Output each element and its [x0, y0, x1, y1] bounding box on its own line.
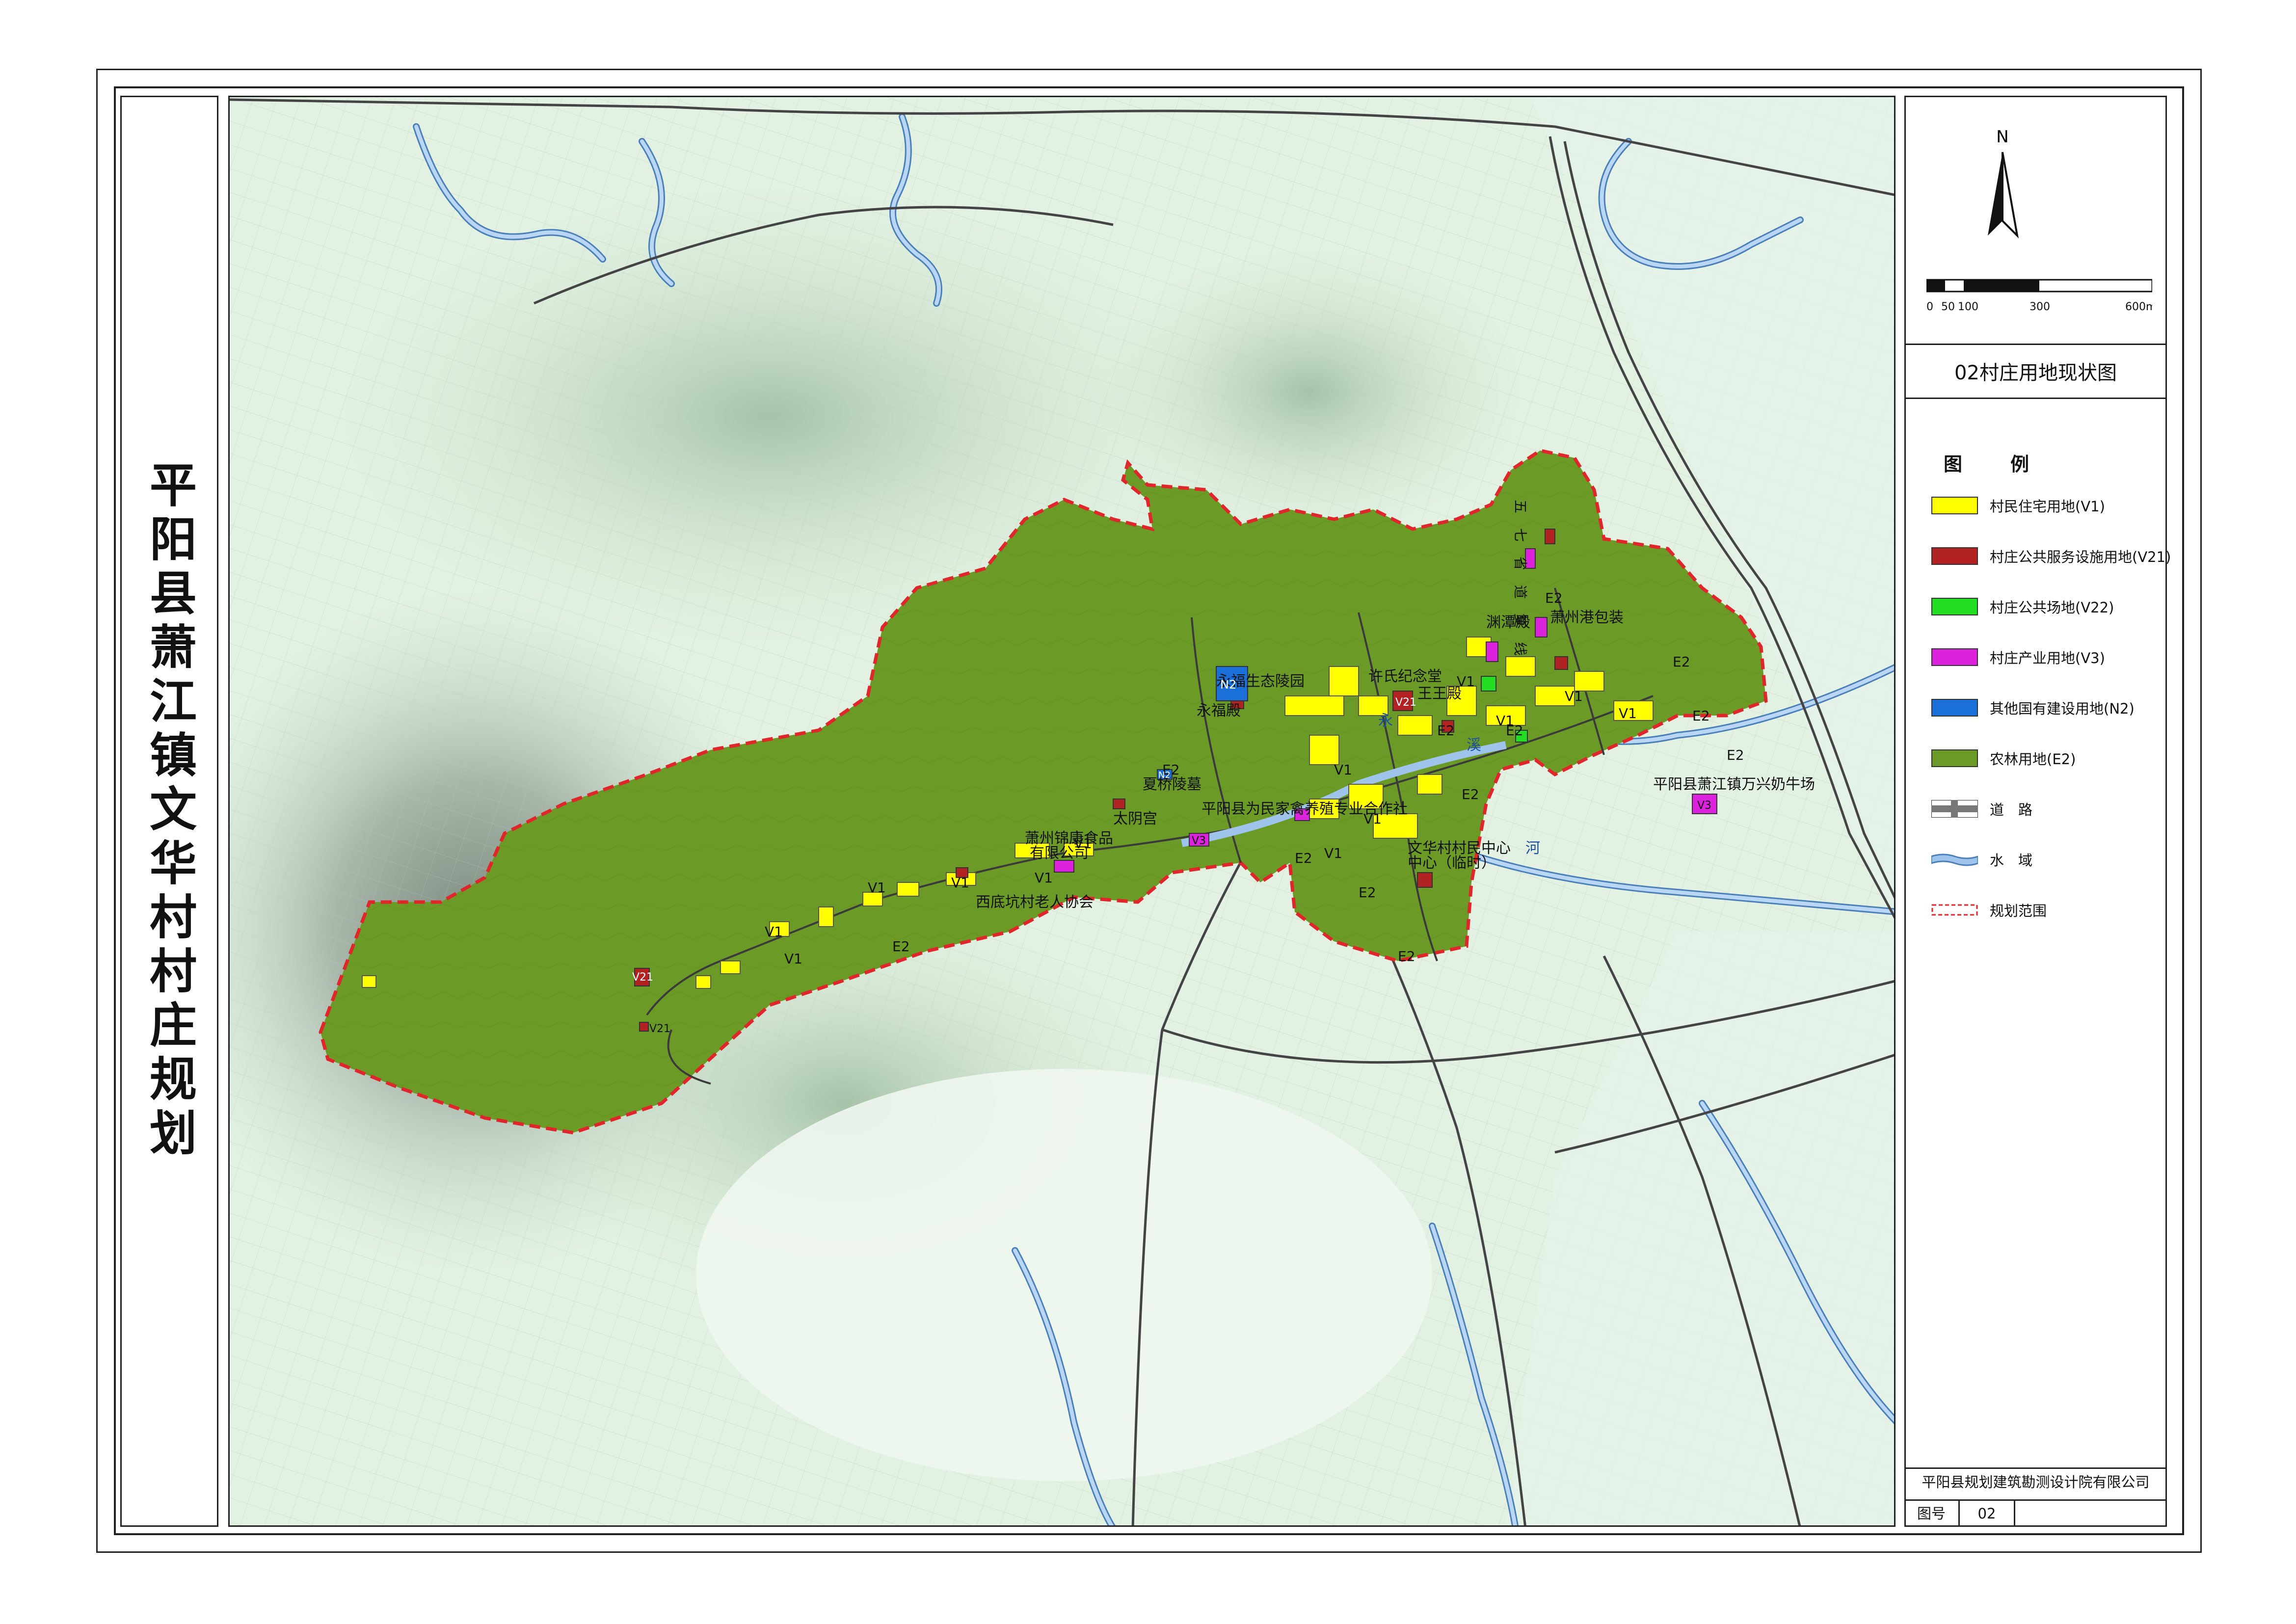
code-e2: E2 [1462, 786, 1479, 802]
legend-swatch-v22 [1931, 598, 1978, 615]
plain-south [696, 1069, 1432, 1481]
code-v21: V21 [649, 1023, 670, 1035]
code-v1: V1 [765, 924, 783, 940]
label-taiyin: 太阴宫 [1113, 810, 1157, 827]
title-column: 平阳县萧江镇文华村村庄规划 [120, 96, 218, 1527]
label-temple-king: 王王殿 [1417, 685, 1462, 702]
legend-item-e2: 农林用地(E2) [1931, 748, 2076, 768]
scale-tick-0: 0 [1926, 301, 1933, 313]
legend-swatch-v1 [1931, 497, 1978, 514]
legend-label: 村庄公共场地(V22) [1990, 599, 2114, 616]
legend-label: 规划范围 [1990, 903, 2047, 919]
north-label: N [1996, 127, 2008, 147]
label-river-2: 溪 [1467, 737, 1481, 754]
label-xu-memorial: 许氏纪念堂 [1368, 668, 1442, 685]
legend-item-v3: 村庄产业用地(V3) [1931, 647, 2105, 667]
road-icon [1931, 800, 1978, 818]
code-v1: V1 [1334, 762, 1352, 778]
legend-item-v21: 村庄公共服务设施用地(V21) [1931, 546, 2171, 566]
code-e2: E2 [1673, 654, 1690, 670]
figure-number-label: 图号 [1917, 1505, 1946, 1522]
code-v1: V1 [868, 879, 886, 896]
code-e2: E2 [1359, 884, 1376, 901]
code-v1: V1 [1496, 713, 1514, 729]
divider [1904, 398, 2167, 399]
legend-label: 水 域 [1990, 852, 2033, 869]
scale-tick-50: 50 [1941, 301, 1955, 313]
legend-label: 村庄公共服务设施用地(V21) [1990, 549, 2171, 565]
legend-swatch-v21 [1931, 547, 1978, 565]
code-n2: N2 [1220, 678, 1236, 692]
label-road-name: 五七省道复线 [1512, 500, 1528, 670]
north-arrow-icon: N [1988, 127, 2019, 239]
code-v1: V1 [1363, 811, 1382, 827]
legend-title: 图 例 [1944, 453, 2044, 475]
boundary-icon [1931, 904, 1978, 916]
scale-tick-600: 600m [2125, 301, 2152, 313]
legend-swatch-e2 [1931, 749, 1978, 767]
code-v1: V1 [1619, 705, 1637, 721]
legend-label: 村庄产业用地(V3) [1990, 650, 2105, 666]
label-xiajiao: 夏桥陵墓 [1143, 776, 1201, 793]
code-e2: E2 [1398, 948, 1415, 964]
north-arrow-right [2002, 152, 2019, 239]
code-e2: E2 [1727, 747, 1744, 763]
code-v21: V21 [632, 971, 653, 984]
label-village-center-2: 中心（临时） [1408, 854, 1496, 872]
code-v1: V1 [1324, 845, 1342, 861]
water-icon [1931, 853, 1978, 866]
legend-item-boundary: 规划范围 [1931, 900, 2047, 920]
label-dairy: 平阳县萧江镇万兴奶牛场 [1653, 776, 1815, 793]
map-canvas: 永福生态陵园 永福殿 夏桥陵墓 太阴宫 平阳县为民家禽养殖专业合作社 萧州锦康食… [230, 97, 1894, 1525]
divider [1904, 344, 2167, 345]
map-title: 02村庄用地现状图 [1954, 362, 2117, 384]
code-v3: V3 [1192, 835, 1206, 847]
code-n2: N2 [1158, 770, 1171, 780]
legend-swatch-n2 [1931, 699, 1978, 717]
cell-divider [2014, 1501, 2015, 1527]
code-v21: V21 [1395, 696, 1416, 709]
legend-label: 其他国有建设用地(N2) [1990, 700, 2135, 717]
scale-tick-300: 300 [2029, 301, 2050, 313]
legend-item-road: 道 路 [1931, 799, 2032, 819]
label-river-1: 永 [1378, 712, 1393, 729]
company-name: 平阳县规划建筑勘测设计院有限公司 [1922, 1474, 2150, 1491]
code-e2: E2 [1437, 722, 1455, 739]
figure-number-row: 图号 02 [1904, 1499, 2167, 1527]
code-v1: V1 [951, 875, 969, 891]
code-v1: V1 [1074, 835, 1092, 852]
code-e2: E2 [892, 938, 910, 955]
legend-item-water: 水 域 [1931, 850, 2032, 869]
code-v1: V1 [1035, 870, 1053, 886]
code-v3: V3 [1697, 799, 1711, 812]
label-river-3: 河 [1525, 840, 1540, 857]
scale-bar-icon: 0 50 100 300 600m [1926, 279, 2152, 313]
legend-item-n2: 其他国有建设用地(N2) [1931, 698, 2135, 718]
north-arrow-left [1988, 152, 2002, 236]
code-v1: V1 [1457, 673, 1475, 690]
legend-label: 村民住宅用地(V1) [1990, 498, 2105, 515]
figure-number-value: 02 [1977, 1505, 1996, 1522]
label-pack: 萧州港包装 [1550, 609, 1624, 626]
plan-title: 平阳县萧江镇文华村村庄规划 [141, 460, 197, 1162]
code-v1: V1 [784, 951, 802, 967]
code-v1: V1 [1565, 688, 1583, 704]
legend-label: 农林用地(E2) [1990, 751, 2076, 768]
code-e2: E2 [1692, 708, 1710, 724]
label-yongfu-hall: 永福殿 [1197, 702, 1241, 719]
scale-tick-100: 100 [1958, 301, 1978, 313]
legend-item-v22: 村庄公共场地(V22) [1931, 597, 2114, 616]
legend-swatch-v3 [1931, 648, 1978, 666]
code-e2: E2 [1295, 850, 1312, 866]
label-elder: 西底坑村老人协会 [976, 894, 1094, 911]
legend-item-v1: 村民住宅用地(V1) [1931, 496, 2105, 515]
legend-label: 道 路 [1990, 801, 2033, 818]
code-e2: E2 [1545, 590, 1563, 606]
map-area[interactable]: 永福生态陵园 永福殿 夏桥陵墓 太阴宫 平阳县为民家禽养殖专业合作社 萧州锦康食… [228, 96, 1896, 1527]
